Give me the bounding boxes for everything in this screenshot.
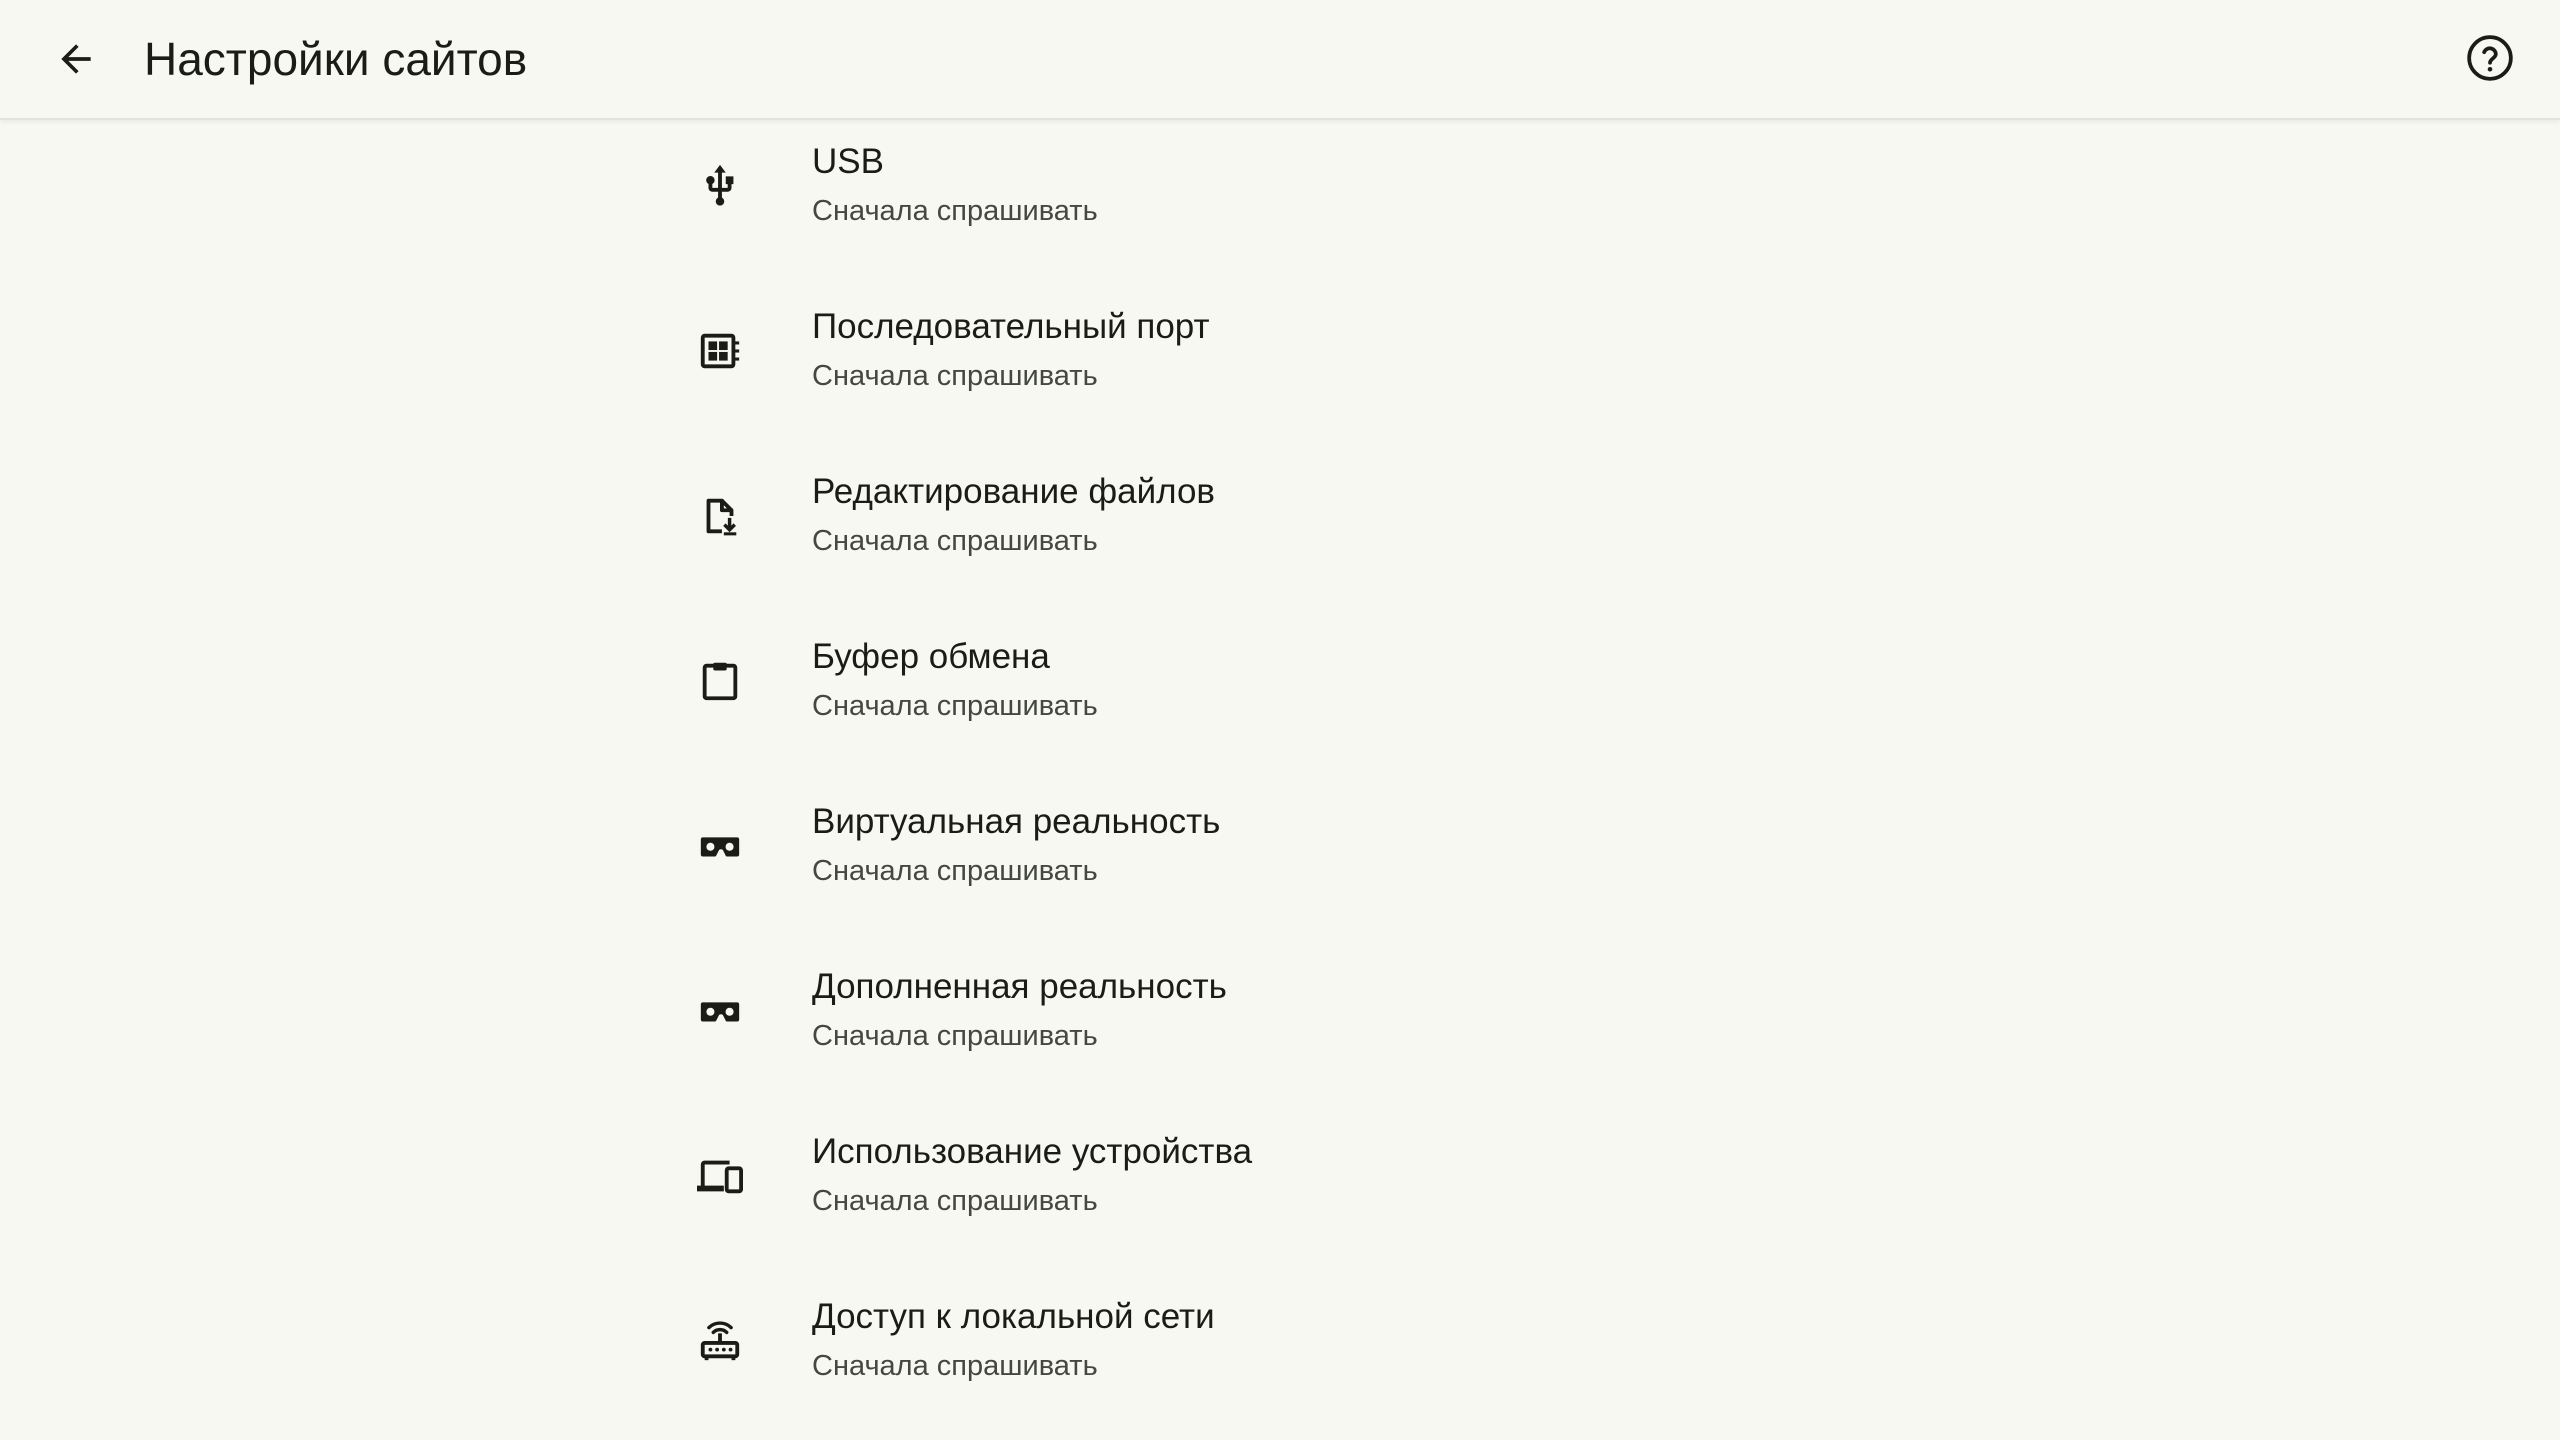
setting-title: Использование устройства (812, 1132, 1253, 1171)
setting-row-file-editing[interactable]: Редактирование файлов Сначала спрашивать (672, 450, 1888, 615)
router-icon (692, 1313, 748, 1369)
setting-row-serial-port[interactable]: Последовательный порт Сначала спрашивать (672, 285, 1888, 450)
back-button[interactable] (40, 27, 112, 91)
help-button[interactable] (2456, 24, 2524, 92)
setting-subtitle: Сначала спрашивать (812, 525, 1098, 557)
clipboard-icon (692, 653, 748, 709)
ar-headset-icon (692, 983, 748, 1039)
usb-icon (692, 158, 748, 214)
setting-subtitle: Сначала спрашивать (812, 360, 1098, 392)
setting-row-device-use[interactable]: Использование устройства Сначала спрашив… (672, 1110, 1888, 1275)
setting-subtitle: Сначала спрашивать (812, 1020, 1098, 1052)
setting-title: Редактирование файлов (812, 472, 1216, 511)
setting-row-usb[interactable]: USB Сначала спрашивать (672, 120, 1888, 285)
setting-subtitle: Сначала спрашивать (812, 690, 1098, 722)
setting-title: Доступ к локальной сети (812, 1297, 1215, 1336)
setting-row-augmented-reality[interactable]: Дополненная реальность Сначала спрашиват… (672, 945, 1888, 1110)
serial-port-icon (692, 323, 748, 379)
setting-subtitle: Сначала спрашивать (812, 1185, 1098, 1217)
arrow-back-icon (54, 37, 98, 81)
help-circle-icon (2465, 33, 2515, 83)
devices-icon (692, 1148, 748, 1204)
setting-title: Виртуальная реальность (812, 802, 1221, 841)
setting-row-clipboard[interactable]: Буфер обмена Сначала спрашивать (672, 615, 1888, 780)
page-title: Настройки сайтов (144, 33, 528, 85)
setting-row-virtual-reality[interactable]: Виртуальная реальность Сначала спрашиват… (672, 780, 1888, 945)
setting-subtitle: Сначала спрашивать (812, 1350, 1098, 1382)
setting-title: Буфер обмена (812, 637, 1050, 676)
setting-title: USB (812, 142, 884, 181)
file-edit-icon (692, 488, 748, 544)
setting-subtitle: Сначала спрашивать (812, 195, 1098, 227)
app-bar: Настройки сайтов (0, 0, 2560, 120)
setting-subtitle: Сначала спрашивать (812, 855, 1098, 887)
setting-title: Последовательный порт (812, 307, 1210, 346)
vr-headset-icon (692, 818, 748, 874)
setting-row-local-network[interactable]: Доступ к локальной сети Сначала спрашива… (672, 1275, 1888, 1440)
setting-title: Дополненная реальность (812, 967, 1227, 1006)
